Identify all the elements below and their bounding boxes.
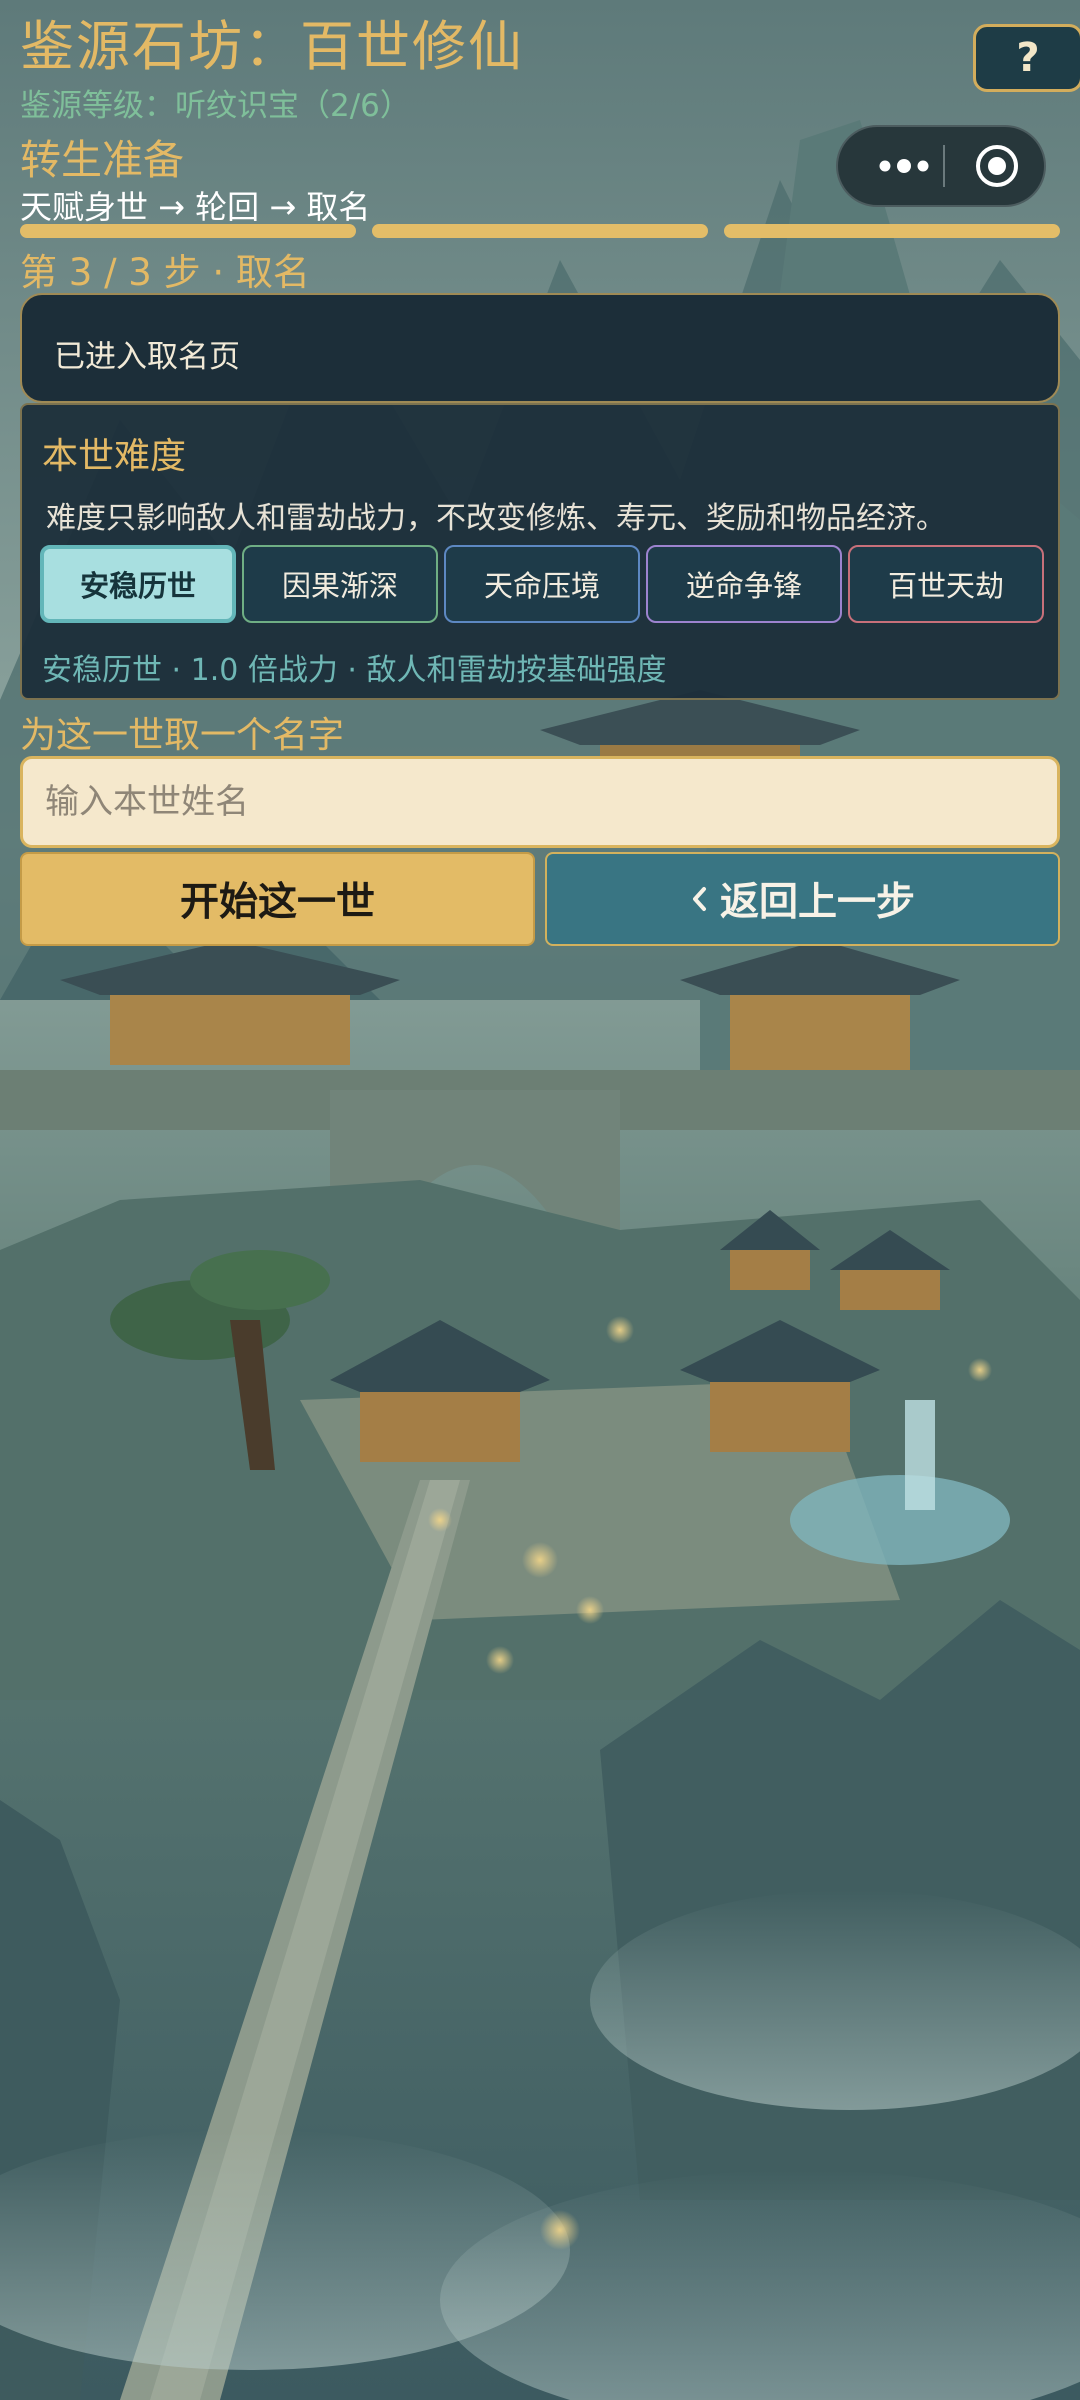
start-life-button[interactable]: 开始这一世 bbox=[20, 852, 535, 946]
progress-step-3 bbox=[724, 224, 1060, 238]
back-button[interactable]: 返回上一步 bbox=[545, 852, 1060, 946]
progress-step-2 bbox=[372, 224, 708, 238]
notice-box: 已进入取名页 bbox=[20, 293, 1060, 403]
difficulty-option-1[interactable]: 安稳历世 bbox=[40, 545, 236, 623]
name-label: 为这一世取一个名字 bbox=[20, 715, 345, 756]
more-dots-icon bbox=[879, 159, 929, 173]
step-indicator: 第 3 / 3 步 · 取名 bbox=[20, 251, 310, 294]
section-title: 转生准备 bbox=[20, 136, 184, 184]
difficulty-panel: 本世难度 难度只影响敌人和雷劫战力，不改变修炼、寿元、奖励和物品经济。 安稳历世… bbox=[20, 403, 1060, 700]
progress-step-1 bbox=[20, 224, 356, 238]
close-miniprogram-button[interactable] bbox=[960, 127, 1034, 205]
difficulty-option-4[interactable]: 逆命争锋 bbox=[646, 545, 842, 623]
game-title: 鉴源石坊：百世修仙 bbox=[20, 15, 524, 78]
difficulty-option-5[interactable]: 百世天劫 bbox=[848, 545, 1044, 623]
help-button[interactable]: ? bbox=[973, 24, 1080, 92]
back-button-label: 返回上一步 bbox=[719, 880, 915, 925]
chevron-left-icon bbox=[692, 887, 706, 911]
target-circle-icon bbox=[976, 145, 1018, 187]
difficulty-summary: 安稳历世 · 1.0 倍战力 · 敌人和雷劫按基础强度 bbox=[42, 653, 667, 688]
difficulty-description: 难度只影响敌人和雷劫战力，不改变修炼、寿元、奖励和物品经济。 bbox=[46, 501, 946, 536]
breadcrumb: 天赋身世 → 轮回 → 取名 bbox=[20, 188, 371, 226]
more-options-button[interactable] bbox=[864, 127, 944, 205]
difficulty-options: 安稳历世 因果渐深 天命压境 逆命争锋 百世天劫 bbox=[40, 545, 1044, 623]
difficulty-option-3[interactable]: 天命压境 bbox=[444, 545, 640, 623]
name-input[interactable] bbox=[20, 756, 1060, 848]
notice-text: 已进入取名页 bbox=[54, 339, 240, 375]
appraisal-rank: 鉴源等级：听纹识宝（2/6） bbox=[20, 88, 411, 124]
difficulty-option-2[interactable]: 因果渐深 bbox=[242, 545, 438, 623]
miniprogram-capsule bbox=[836, 125, 1046, 207]
capsule-divider bbox=[943, 145, 945, 187]
difficulty-title: 本世难度 bbox=[42, 436, 187, 477]
